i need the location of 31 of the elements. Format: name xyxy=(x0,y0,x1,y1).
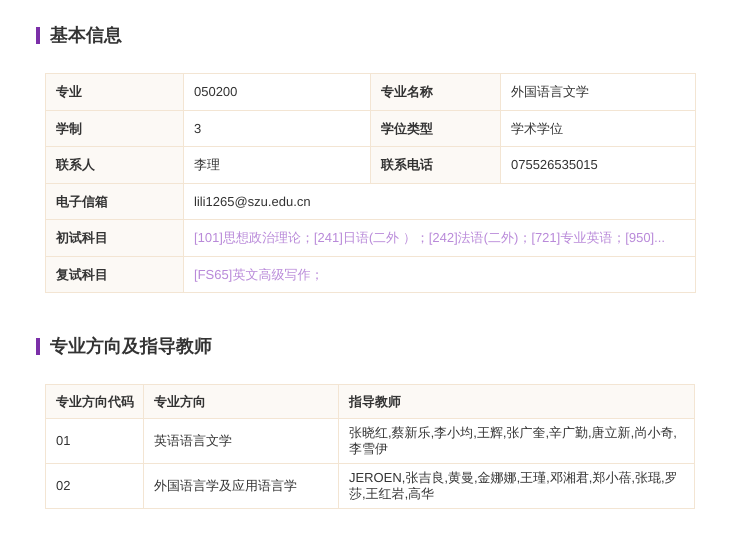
field-label: 电子信箱 xyxy=(46,183,184,220)
column-header: 专业方向代码 xyxy=(46,384,144,418)
field-label: 联系电话 xyxy=(370,146,500,183)
section-title: 基本信息 xyxy=(50,24,122,47)
section-title: 专业方向及指导教师 xyxy=(50,335,212,358)
field-label: 学制 xyxy=(46,110,184,146)
table-cell: 英语语言文学 xyxy=(144,418,338,464)
table-cell: 外国语言学及应用语言学 xyxy=(144,464,338,508)
field-value: 3 xyxy=(184,110,370,146)
subject-link[interactable]: [101]思想政治理论；[241]日语(二外 ）；[242]法语(二外)；[721]专业英语；[950]... xyxy=(184,220,696,256)
field-value: 学术学位 xyxy=(500,110,696,146)
field-label: 专业 xyxy=(46,74,184,110)
field-value: 050200 xyxy=(184,74,370,110)
field-value: 外国语言文学 xyxy=(500,74,696,110)
subject-link[interactable]: [FS65]英文高级写作； xyxy=(184,256,696,292)
table-cell: JEROEN,张吉良,黄曼,金娜娜,王瑾,邓湘君,郑小蓓,张琨,罗莎,王红岩,高华 xyxy=(338,464,694,508)
table-cell: 02 xyxy=(46,464,144,508)
title-accent-bar xyxy=(36,27,40,44)
table-cell: 01 xyxy=(46,418,144,464)
column-header: 专业方向 xyxy=(144,384,338,418)
column-header: 指导教师 xyxy=(338,384,694,418)
title-accent-bar xyxy=(36,338,40,355)
field-value: lili1265@szu.edu.cn xyxy=(184,183,696,220)
field-value: 075526535015 xyxy=(500,146,696,183)
field-label: 初试科目 xyxy=(46,220,184,256)
field-label: 复试科目 xyxy=(46,256,184,292)
field-label: 联系人 xyxy=(46,146,184,183)
field-label: 专业名称 xyxy=(370,74,500,110)
table-cell: 张晓红,蔡新乐,李小均,王辉,张广奎,辛广勤,唐立新,尚小奇,李雪伊 xyxy=(338,418,694,464)
field-value: 李理 xyxy=(184,146,370,183)
field-label: 学位类型 xyxy=(370,110,500,146)
